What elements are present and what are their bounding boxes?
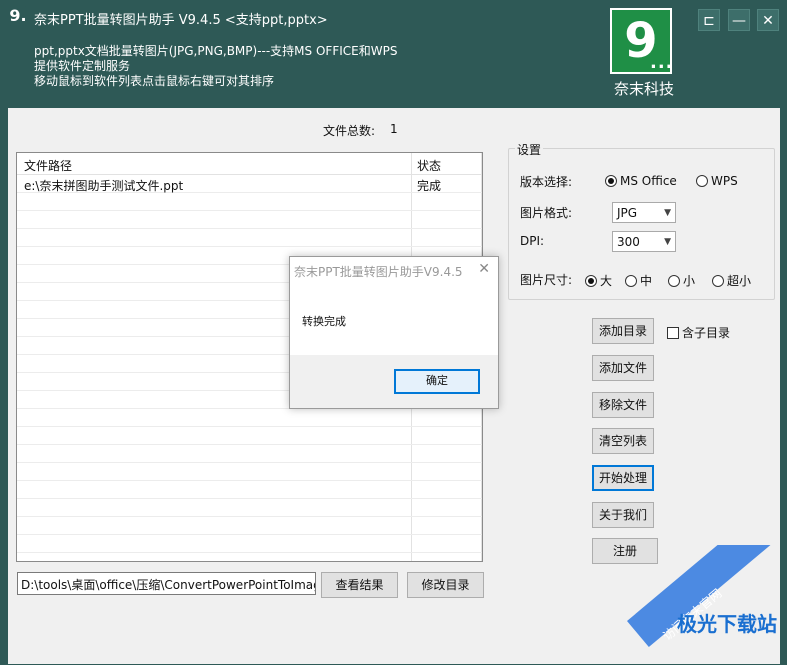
brand-logo-dots: ... bbox=[650, 52, 674, 73]
radio-unselected-icon bbox=[696, 175, 708, 187]
pin-button[interactable]: ⊏ bbox=[698, 9, 720, 31]
empty-row bbox=[17, 211, 482, 229]
add-file-button[interactable]: 添加文件 bbox=[592, 355, 655, 381]
radio-size-medium-label: 中 bbox=[640, 274, 653, 288]
empty-row bbox=[17, 535, 482, 553]
checkbox-icon bbox=[667, 326, 679, 339]
app-logo-icon: 9. bbox=[8, 6, 28, 26]
radio-size-xsmall[interactable]: 超小 bbox=[712, 272, 751, 289]
output-path-field[interactable]: D:\tools\桌面\office\压缩\ConvertPowerPointT… bbox=[17, 572, 316, 595]
format-select[interactable]: JPG ▼ bbox=[612, 202, 676, 223]
window-title: 奈末PPT批量转图片助手 V9.4.5 <支持ppt,pptx> bbox=[34, 13, 328, 28]
radio-size-large[interactable]: 大 bbox=[585, 272, 612, 289]
add-directory-button[interactable]: 添加目录 bbox=[592, 318, 655, 344]
dialog-ok-button[interactable]: 确定 bbox=[394, 369, 480, 394]
radio-unselected-icon bbox=[712, 274, 724, 287]
change-directory-button[interactable]: 修改目录 bbox=[407, 572, 484, 598]
file-list-header: 文件路径 状态 bbox=[17, 153, 482, 175]
dialog-message: 转换完成 bbox=[302, 315, 346, 328]
file-count-label: 文件总数: bbox=[323, 124, 376, 138]
brand-name: 奈末科技 bbox=[613, 80, 674, 98]
radio-ms-office[interactable]: MS Office bbox=[605, 174, 677, 188]
radio-selected-icon bbox=[605, 175, 617, 187]
radio-wps[interactable]: WPS bbox=[696, 174, 738, 188]
empty-row bbox=[17, 481, 482, 499]
minimize-button[interactable]: — bbox=[728, 9, 750, 31]
radio-size-medium[interactable]: 中 bbox=[625, 272, 652, 289]
dpi-select[interactable]: 300 ▼ bbox=[612, 231, 676, 252]
radio-ms-office-label: MS Office bbox=[620, 174, 677, 188]
dpi-label: DPI: bbox=[520, 234, 545, 248]
include-subdir-checkbox[interactable]: 含子目录 bbox=[667, 324, 730, 341]
empty-row bbox=[17, 517, 482, 535]
view-result-button[interactable]: 查看结果 bbox=[321, 572, 398, 598]
include-subdir-label: 含子目录 bbox=[682, 326, 731, 340]
remove-file-button[interactable]: 移除文件 bbox=[592, 392, 655, 418]
dialog-body: 转换完成 bbox=[290, 283, 498, 355]
register-button[interactable]: 注册 bbox=[592, 538, 658, 564]
settings-title: 设置 bbox=[515, 141, 544, 158]
radio-unselected-icon bbox=[668, 274, 680, 287]
radio-size-small-label: 小 bbox=[683, 274, 696, 288]
empty-row bbox=[17, 463, 482, 481]
empty-row bbox=[17, 229, 482, 247]
column-header-path[interactable]: 文件路径 bbox=[24, 157, 72, 174]
dialog-title-bar: 奈末PPT批量转图片助手V9.4.5 ✕ bbox=[290, 257, 498, 283]
radio-size-small[interactable]: 小 bbox=[668, 272, 695, 289]
chevron-down-icon: ▼ bbox=[664, 236, 671, 247]
message-dialog: 奈末PPT批量转图片助手V9.4.5 ✕ 转换完成 确定 bbox=[289, 256, 499, 409]
radio-selected-icon bbox=[585, 274, 597, 287]
dpi-select-value: 300 bbox=[617, 234, 640, 249]
about-us-button[interactable]: 关于我们 bbox=[592, 502, 655, 528]
dialog-close-icon[interactable]: ✕ bbox=[478, 261, 490, 277]
empty-row bbox=[17, 427, 482, 445]
file-count-value: 1 bbox=[390, 122, 398, 136]
app-window: 9. 奈末PPT批量转图片助手 V9.4.5 <支持ppt,pptx> ppt,… bbox=[0, 0, 787, 665]
format-select-value: JPG bbox=[617, 205, 638, 220]
empty-row bbox=[17, 499, 482, 517]
clear-list-button[interactable]: 清空列表 bbox=[592, 428, 655, 454]
cell-status: 完成 bbox=[417, 179, 442, 193]
brand-logo: 9 ... bbox=[610, 8, 674, 74]
format-label: 图片格式: bbox=[520, 206, 573, 220]
chevron-down-icon: ▼ bbox=[664, 207, 671, 218]
header-description-line3: 移动鼠标到软件列表点击鼠标右键可对其排序 bbox=[34, 74, 275, 88]
radio-size-large-label: 大 bbox=[600, 274, 613, 288]
cell-file-path: e:\奈末拼图助手测试文件.ppt bbox=[24, 179, 184, 193]
size-label: 图片尺寸: bbox=[520, 273, 573, 287]
dialog-title: 奈末PPT批量转图片助手V9.4.5 bbox=[294, 265, 463, 279]
title-bar: 9. 奈末PPT批量转图片助手 V9.4.5 <支持ppt,pptx> ppt,… bbox=[0, 0, 787, 108]
table-row[interactable]: e:\奈末拼图助手测试文件.ppt 完成 bbox=[17, 175, 482, 193]
version-label: 版本选择: bbox=[520, 175, 573, 189]
radio-size-xsmall-label: 超小 bbox=[727, 274, 752, 288]
radio-unselected-icon bbox=[625, 274, 637, 287]
radio-wps-label: WPS bbox=[711, 174, 738, 188]
column-header-status[interactable]: 状态 bbox=[417, 157, 441, 174]
empty-row bbox=[17, 445, 482, 463]
settings-group: 设置 版本选择: MS Office WPS 图片格式: JPG ▼ DPI: … bbox=[508, 141, 775, 300]
empty-row bbox=[17, 193, 482, 211]
start-processing-button[interactable]: 开始处理 bbox=[592, 465, 655, 491]
empty-row bbox=[17, 409, 482, 427]
close-button[interactable]: ✕ bbox=[757, 9, 779, 31]
